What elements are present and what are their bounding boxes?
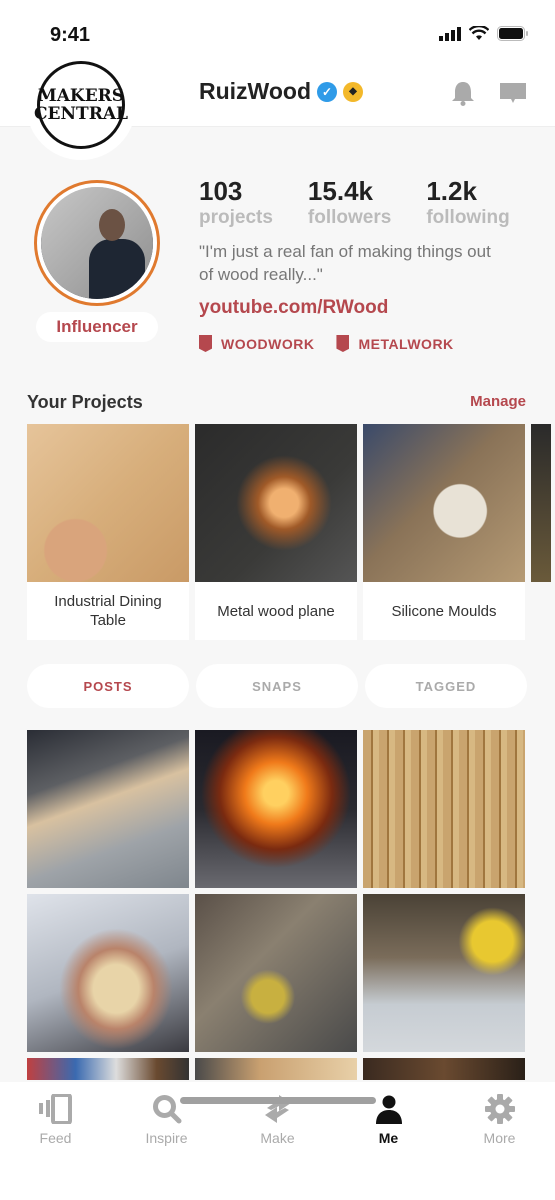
shield-tag-icon <box>199 335 212 352</box>
logo-line2: CENTRAL <box>34 104 128 124</box>
tab-snaps[interactable]: SNAPS <box>196 664 358 708</box>
header-actions <box>449 80 527 106</box>
shield-tag-icon <box>336 335 350 352</box>
stat-label: following <box>426 207 510 228</box>
chat-icon[interactable] <box>499 81 527 105</box>
bell-icon[interactable] <box>449 80 477 106</box>
project-image <box>363 424 525 582</box>
stat-label: projects <box>199 207 273 228</box>
content-tabs: POSTS SNAPS TAGGED <box>27 664 527 708</box>
projects-carousel[interactable]: Industrial Dining Table Metal wood plane… <box>27 424 551 640</box>
username-row: RuizWood ✓ ◆ <box>199 78 363 105</box>
nav-more[interactable]: More <box>460 1094 540 1146</box>
post-thumbnail[interactable] <box>27 730 189 888</box>
home-indicator[interactable] <box>180 1097 376 1104</box>
project-card-peek[interactable] <box>531 424 551 582</box>
nav-label: Make <box>260 1130 295 1146</box>
stat-value: 15.4k <box>307 176 373 206</box>
tags: WOODWORK METALWORK <box>199 335 454 352</box>
tag-label: METALWORK <box>358 335 454 352</box>
nav-label: More <box>483 1130 516 1146</box>
stat-label: followers <box>307 207 392 228</box>
post-thumbnail[interactable] <box>363 1058 525 1080</box>
nav-label: Me <box>378 1130 399 1146</box>
profile-stats: 103 projects 15.4k followers 1.2k follow… <box>199 176 510 230</box>
project-card[interactable]: Metal wood plane <box>195 424 357 640</box>
status-icons <box>439 26 529 41</box>
search-icon <box>152 1095 181 1124</box>
manage-button[interactable]: Manage <box>470 393 526 410</box>
logo-line1: MAKERS <box>37 86 125 106</box>
makers-central-logo[interactable]: MAKERS CENTRAL <box>26 50 136 160</box>
bio: "I'm just a real fan of making things ou… <box>199 242 491 284</box>
project-image <box>27 424 189 582</box>
tag-metalwork[interactable]: METALWORK <box>336 335 453 352</box>
role-badge: Influencer <box>36 312 158 342</box>
project-card[interactable]: Industrial Dining Table <box>27 424 189 640</box>
project-label: Metal wood plane <box>217 602 335 620</box>
post-thumbnail[interactable] <box>195 894 357 1052</box>
project-label: Silicone Moulds <box>391 602 497 620</box>
signal-icon <box>439 26 461 41</box>
person-icon <box>375 1095 402 1124</box>
project-image <box>195 424 357 582</box>
project-label: Industrial Dining Table <box>54 593 162 629</box>
post-thumbnail[interactable] <box>195 1058 357 1080</box>
gear-icon <box>484 1094 515 1124</box>
tab-tagged[interactable]: TAGGED <box>365 664 527 708</box>
post-thumbnail[interactable] <box>195 730 357 888</box>
username: RuizWood <box>199 78 311 104</box>
tag-label: WOODWORK <box>221 335 315 352</box>
tab-posts[interactable]: POSTS <box>27 664 189 708</box>
nav-feed[interactable]: Feed <box>16 1094 96 1146</box>
tag-woodwork[interactable]: WOODWORK <box>199 335 314 352</box>
posts-grid <box>27 730 525 1080</box>
stat-value: 1.2k <box>426 176 477 206</box>
avatar-photo <box>41 187 153 299</box>
verified-check-icon: ✓ <box>317 81 337 102</box>
post-thumbnail[interactable] <box>27 1058 189 1080</box>
post-thumbnail[interactable] <box>27 894 189 1052</box>
stat-value: 103 <box>199 176 243 206</box>
profile-link[interactable]: youtube.com/RWood <box>199 297 388 319</box>
wifi-icon <box>469 26 489 40</box>
avatar[interactable] <box>34 180 160 306</box>
feed-icon <box>38 1094 72 1124</box>
projects-title: Your Projects <box>27 392 143 412</box>
nav-label: Feed <box>39 1130 72 1146</box>
status-time: 9:41 <box>50 24 91 46</box>
stat-projects[interactable]: 103 projects <box>199 176 273 230</box>
post-thumbnail[interactable] <box>363 730 525 888</box>
nav-label: Inspire <box>145 1130 188 1146</box>
project-card[interactable]: Silicone Moulds <box>363 424 525 640</box>
post-thumbnail[interactable] <box>363 894 525 1052</box>
battery-icon <box>497 26 528 41</box>
stat-followers[interactable]: 15.4k followers <box>308 176 391 230</box>
gold-badge-icon: ◆ <box>343 81 363 102</box>
stat-following[interactable]: 1.2k following <box>426 176 509 230</box>
